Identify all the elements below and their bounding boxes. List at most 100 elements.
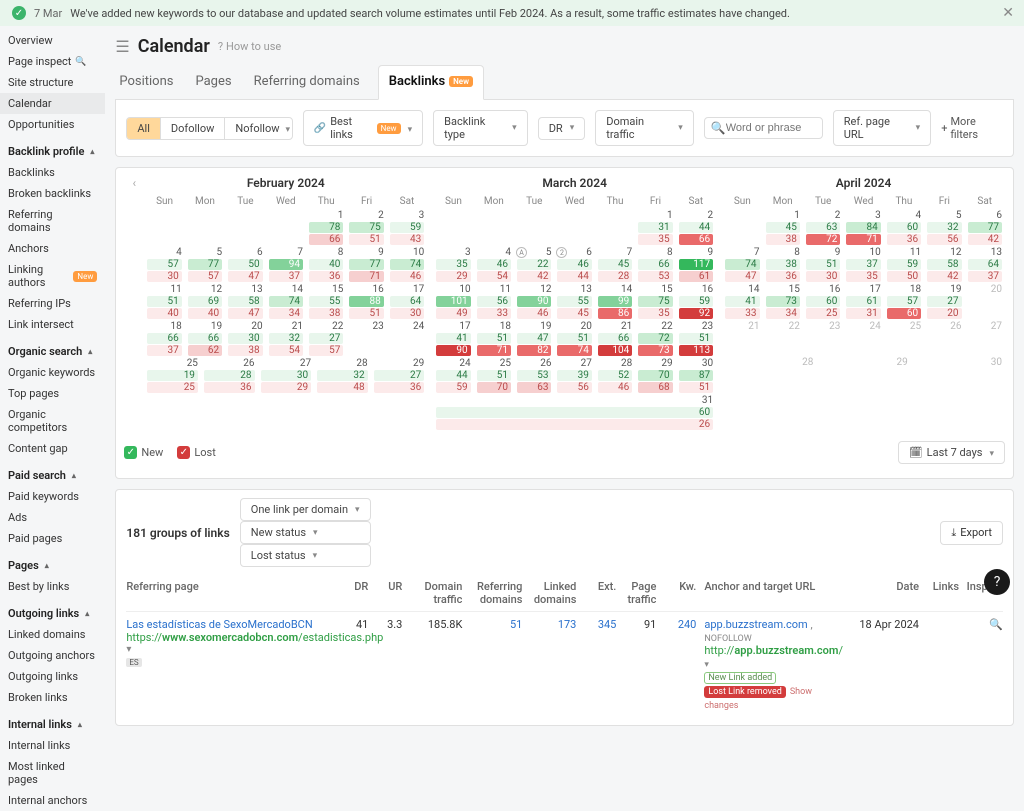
calendar-day[interactable]: 129046 (514, 283, 554, 320)
sidebar-item-ads[interactable]: Ads (0, 507, 105, 528)
best-links-filter[interactable]: 🔗Best linksNew (303, 110, 423, 146)
calendar-day[interactable]: 149986 (595, 283, 635, 320)
calendar-day[interactable]: 95130 (803, 246, 843, 283)
sidebar-item-internal-links[interactable]: Internal links (0, 735, 105, 756)
sidebar-item-linked-domains[interactable]: Linked domains (0, 624, 105, 645)
group-filter[interactable]: One link per domain (240, 498, 371, 521)
calendar-day[interactable]: 624644 (554, 246, 594, 283)
calendar-day[interactable]: 28 (722, 356, 816, 392)
sidebar-heading[interactable]: Backlink profile ▴ (0, 141, 105, 162)
sidebar-item-organic-competitors[interactable]: Organic competitors (0, 404, 105, 438)
calendar-day[interactable]: 65047 (225, 246, 265, 283)
calendar-day[interactable]: 74528 (595, 246, 635, 283)
calendar-day[interactable]: 165992 (676, 283, 716, 320)
calendar-day[interactable]: 283248 (314, 357, 371, 394)
dr-filter[interactable]: DR (538, 117, 586, 140)
calendar-day[interactable]: 20 (965, 283, 1005, 320)
calendar-day[interactable]: 45730 (144, 246, 184, 283)
calendar-day[interactable]: 38471 (843, 209, 883, 246)
calendar-day[interactable]: 176430 (387, 283, 427, 320)
calendar-day[interactable]: 166025 (803, 283, 843, 320)
calendar-day[interactable]: 33529 (433, 246, 473, 283)
sidebar-item-paid-pages[interactable]: Paid pages (0, 528, 105, 549)
sidebar-item-opportunities[interactable]: Opportunities (0, 114, 105, 135)
calendar-day[interactable]: 35943 (387, 209, 427, 246)
calendar-day[interactable]: 115140 (144, 283, 184, 320)
sidebar-item-anchors[interactable]: Anchors (0, 238, 105, 259)
calendar-day[interactable]: 147434 (266, 283, 306, 320)
group-filter[interactable]: Lost status (240, 544, 371, 567)
calendar-day[interactable]: 136437 (965, 246, 1005, 283)
calendar-day[interactable]: 27551 (346, 209, 386, 246)
calendar-day[interactable]: 308751 (676, 357, 716, 394)
calendar-day[interactable]: 285246 (595, 357, 635, 394)
target-url[interactable]: http://app.buzzstream.com/ (704, 644, 843, 657)
calendar-day[interactable]: 84036 (306, 246, 346, 283)
calendar-day[interactable]: 14538 (763, 209, 803, 246)
sidebar-item-top-pages[interactable]: Top pages (0, 383, 105, 404)
sidebar-item-outgoing-anchors[interactable]: Outgoing anchors (0, 645, 105, 666)
chevron-down-icon[interactable]: ▾ (126, 644, 334, 655)
calendar-day[interactable]: 176131 (843, 283, 883, 320)
calendar-day[interactable]: 23 (346, 320, 386, 357)
sidebar-item-broken-links[interactable]: Broken links (0, 687, 105, 708)
link-type-nofollow[interactable]: Nofollow (225, 118, 292, 139)
calendar-day[interactable]: 155538 (306, 283, 346, 320)
calendar-day[interactable]: 25 (884, 320, 924, 356)
calendar-day[interactable]: 135847 (225, 283, 265, 320)
calendar-day[interactable]: 297068 (635, 357, 675, 394)
inspect-icon[interactable]: 🔍 (989, 618, 1003, 631)
calendar-day[interactable]: 22 (763, 320, 803, 356)
referring-page-title[interactable]: Las estadísticas de SexoMercadoBCN (126, 618, 334, 631)
calendar-day[interactable]: 911761 (676, 246, 716, 283)
calendar-day[interactable]: 17866 (306, 209, 346, 246)
help-bubble[interactable]: ? (984, 569, 1010, 595)
calendar-day[interactable]: 126940 (185, 283, 225, 320)
more-filters-button[interactable]: +More filters (941, 115, 1003, 141)
calendar-day[interactable]: 192720 (924, 283, 964, 320)
calendar-day[interactable]: 292736 (371, 357, 428, 394)
sidebar-heading[interactable]: Pages ▴ (0, 555, 105, 576)
link-type-all[interactable]: All (127, 118, 161, 139)
calendar-day[interactable]: 316026 (433, 394, 716, 431)
sidebar-heading[interactable]: Paid search ▴ (0, 465, 105, 486)
sidebar-item-outgoing-links[interactable]: Outgoing links (0, 666, 105, 687)
calendar-day[interactable]: 103735 (843, 246, 883, 283)
link-type-dofollow[interactable]: Dofollow (161, 118, 225, 139)
sidebar-item-referring-ips[interactable]: Referring IPs (0, 293, 105, 314)
calendar-day[interactable]: 185760 (884, 283, 924, 320)
calendar-day[interactable]: 57757 (185, 246, 225, 283)
close-icon[interactable]: ✕ (1002, 5, 1014, 21)
domain-traffic-filter[interactable]: Domain traffic (595, 110, 694, 146)
calendar-day[interactable]: 5A2242 (514, 246, 554, 283)
calendar-day[interactable]: 23 (803, 320, 843, 356)
tab-pages[interactable]: Pages (191, 65, 235, 99)
calendar-day[interactable]: 115633 (474, 283, 514, 320)
export-button[interactable]: ⤓Export (940, 521, 1003, 545)
calendar-day[interactable]: 174190 (433, 320, 473, 357)
calendar-day[interactable]: 222757 (306, 320, 346, 357)
sidebar-item-site-structure[interactable]: Site structure (0, 72, 105, 93)
sidebar-item-linking-authors[interactable]: Linking authorsNew (0, 259, 105, 293)
calendar-day[interactable]: 135545 (554, 283, 594, 320)
date-range-picker[interactable]: 🗓Last 7 days (898, 441, 1005, 464)
calendar-day[interactable]: 244459 (433, 357, 473, 394)
calendar-day[interactable]: 44654 (474, 246, 514, 283)
group-filter[interactable]: New status (240, 521, 371, 544)
sidebar-heading[interactable]: Organic search ▴ (0, 341, 105, 362)
calendar-day[interactable]: 24 (387, 320, 427, 357)
calendar-day[interactable]: 255170 (474, 357, 514, 394)
calendar-day[interactable]: 273029 (258, 357, 315, 394)
sidebar-item-backlinks[interactable]: Backlinks (0, 162, 105, 183)
backlink-type-filter[interactable]: Backlink type (433, 110, 528, 146)
calendar-day[interactable]: 30 (911, 356, 1005, 392)
search-input[interactable] (726, 122, 816, 134)
sidebar-heading[interactable]: Internal links ▴ (0, 714, 105, 735)
calendar-day[interactable]: 2166104 (595, 320, 635, 357)
referring-page-url[interactable]: https://www.sexomercadobcn.com/estadisti… (126, 631, 334, 644)
sidebar-item-link-intersect[interactable]: Link intersect (0, 314, 105, 335)
tab-referring-domains[interactable]: Referring domains (250, 65, 364, 99)
calendar-day[interactable]: 273956 (554, 357, 594, 394)
prev-month-button[interactable]: ‹ (124, 174, 144, 431)
calendar-day[interactable]: 185171 (474, 320, 514, 357)
